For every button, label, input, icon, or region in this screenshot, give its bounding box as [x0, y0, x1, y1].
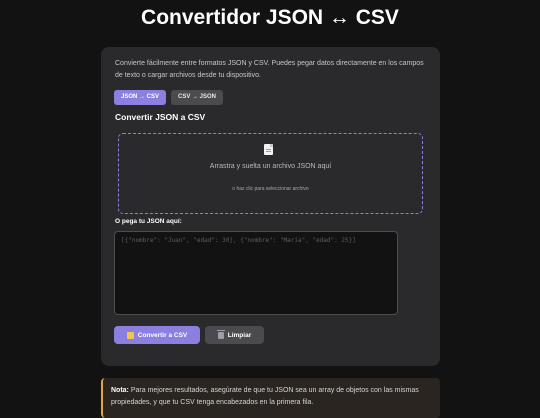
converter-card: Convierte fácilmente entre formatos JSON… [101, 47, 440, 366]
clear-button[interactable]: Limpiar [205, 326, 264, 344]
dropzone-main-text: Arrastra y suelta un archivo JSON aquí [209, 163, 332, 170]
convert-icon [126, 331, 134, 339]
note-text: Para mejores resultados, asegúrate de qu… [111, 387, 419, 406]
section-title: Convertir JSON a CSV [115, 112, 206, 122]
convert-to-csv-button[interactable]: Convertir a CSV [114, 326, 200, 344]
json-input-label: O pega tu JSON aquí: [115, 218, 182, 225]
description-text: Convierte fácilmente entre formatos JSON… [115, 60, 424, 79]
file-dropzone[interactable]: Arrastra y suelta un archivo JSON aquí o… [118, 133, 423, 214]
clear-button-label: Limpiar [227, 331, 252, 339]
document-icon [264, 144, 273, 155]
tab-json-to-csv[interactable]: JSON → CSV [114, 90, 166, 105]
page-title: Convertidor JSON ↔ CSV [141, 6, 399, 29]
tab-csv-to-json[interactable]: CSV → JSON [171, 90, 223, 105]
trash-icon [216, 329, 225, 339]
convert-button-label: Convertir a CSV [137, 331, 188, 339]
dropzone-sub-text: o haz clic para seleccionar archivo [232, 186, 309, 192]
note-box: Nota: Para mejores resultados, asegúrate… [101, 378, 440, 418]
note-strong: Nota: [111, 387, 129, 394]
json-input[interactable] [114, 231, 398, 315]
